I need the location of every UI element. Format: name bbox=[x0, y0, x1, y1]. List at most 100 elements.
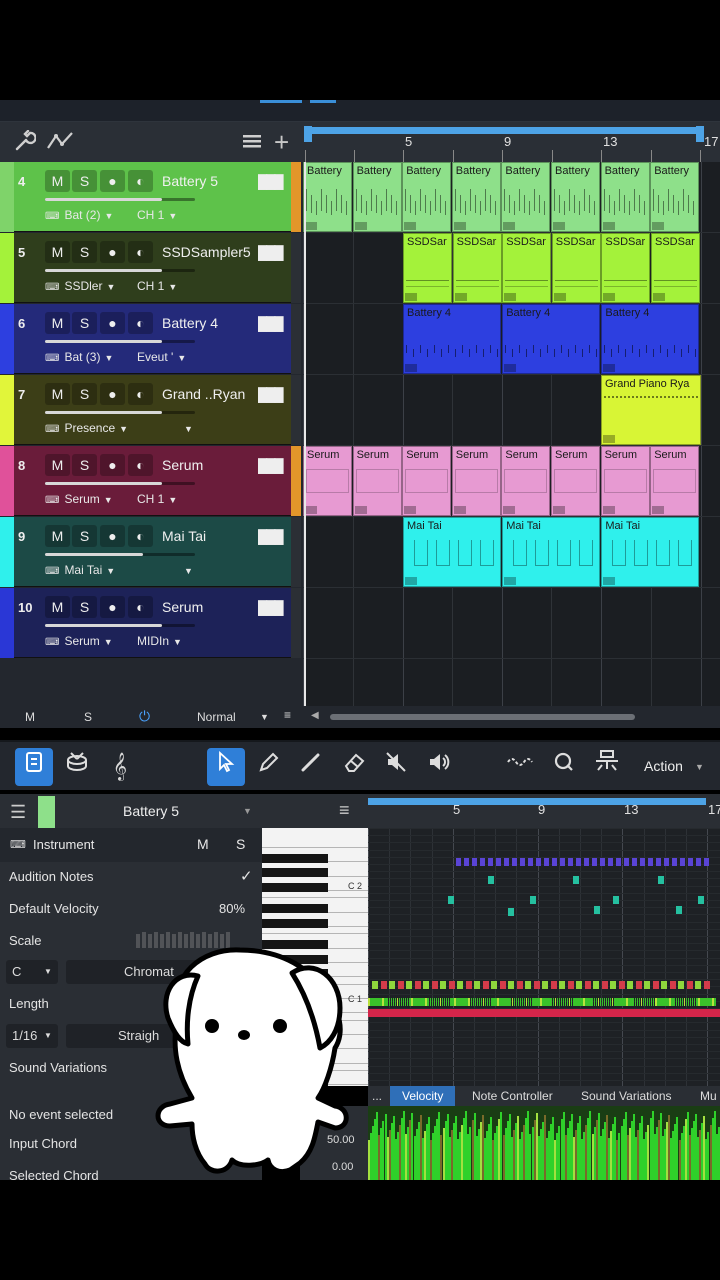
black-key[interactable] bbox=[262, 904, 328, 914]
clip[interactable]: SSDSar bbox=[651, 233, 700, 303]
transform-icon[interactable] bbox=[588, 748, 626, 786]
editor-loop-range[interactable] bbox=[368, 798, 706, 805]
add-track-icon[interactable]: + bbox=[274, 127, 289, 158]
clip[interactable]: Mai Tai bbox=[502, 517, 601, 587]
midi-note[interactable] bbox=[448, 896, 454, 904]
monitor-icon[interactable]: ◐ bbox=[128, 596, 153, 618]
midi-note[interactable] bbox=[544, 858, 549, 866]
audition-notes-checkbox[interactable]: ✓ bbox=[240, 867, 253, 885]
track-header[interactable]: 7 M S ● ◐ Grand ..Ryan ███ ⌨ Presence ▼ ▼ bbox=[0, 375, 301, 445]
track-input-select[interactable]: ⌨ Serum ▼ bbox=[45, 634, 113, 654]
track-input-select[interactable]: ⌨ Mai Tai ▼ bbox=[45, 563, 115, 583]
track-volume-fader[interactable] bbox=[45, 411, 195, 414]
velocity-lane[interactable] bbox=[368, 1106, 720, 1180]
instrument-keyboard-icon[interactable]: ███ bbox=[258, 600, 284, 615]
listen-tool-icon[interactable] bbox=[420, 748, 458, 786]
track-color-strip[interactable] bbox=[0, 446, 14, 516]
midi-note[interactable] bbox=[648, 858, 653, 866]
clip[interactable]: Serum bbox=[551, 446, 600, 516]
list-icon[interactable]: ≡ bbox=[339, 800, 350, 821]
tab-mu[interactable]: Mu bbox=[700, 1089, 717, 1103]
track-header[interactable]: 4 M S ● ◐ Battery 5 ███ ⌨ Bat (2) ▼ CH 1 ▼ bbox=[0, 162, 301, 232]
chevron-down-icon[interactable]: ▼ bbox=[180, 563, 193, 583]
midi-note[interactable] bbox=[640, 858, 645, 866]
track-volume-fader[interactable] bbox=[45, 340, 195, 343]
track-list-icon[interactable] bbox=[241, 130, 263, 158]
paint-tool-icon[interactable] bbox=[292, 748, 330, 786]
record-arm-icon[interactable]: ● bbox=[100, 596, 125, 618]
chevron-down-icon[interactable]: ▼ bbox=[695, 762, 704, 772]
midi-note[interactable] bbox=[456, 858, 461, 866]
clip[interactable]: Battery bbox=[303, 162, 352, 232]
midi-note[interactable] bbox=[414, 981, 421, 989]
midi-note[interactable] bbox=[567, 981, 574, 989]
track-mute-button[interactable]: M bbox=[45, 241, 70, 263]
instrument-keyboard-icon[interactable]: ███ bbox=[258, 174, 284, 189]
midi-note[interactable] bbox=[688, 858, 693, 866]
record-arm-icon[interactable]: ● bbox=[100, 170, 125, 192]
midi-note[interactable] bbox=[472, 858, 477, 866]
mute-tool-icon[interactable] bbox=[377, 748, 415, 786]
tab-velocity[interactable]: Velocity bbox=[390, 1086, 456, 1106]
length-select[interactable]: 1/16 ▼ bbox=[6, 1024, 58, 1048]
track-name[interactable]: Serum bbox=[162, 457, 203, 473]
track-mute-button[interactable]: M bbox=[45, 454, 70, 476]
track-volume-fader[interactable] bbox=[45, 482, 195, 485]
midi-note[interactable] bbox=[669, 981, 676, 989]
track-input-select[interactable]: ⌨ Bat (2) ▼ bbox=[45, 208, 113, 228]
midi-note[interactable] bbox=[714, 998, 716, 1006]
midi-note[interactable] bbox=[704, 858, 709, 866]
midi-note[interactable] bbox=[676, 906, 682, 914]
clip[interactable]: Mai Tai bbox=[403, 517, 501, 587]
track-header[interactable]: 10 M S ● ◐ Serum ███ ⌨ Serum ▼ MIDIn ▼ bbox=[0, 588, 301, 658]
midi-note[interactable] bbox=[652, 981, 659, 989]
score-editor-icon[interactable]: 𝄞 bbox=[101, 748, 139, 786]
midi-note[interactable] bbox=[464, 858, 469, 866]
track-input-select[interactable]: ⌨ Presence ▼ bbox=[45, 421, 128, 441]
global-mute-button[interactable]: M bbox=[25, 710, 35, 724]
midi-note[interactable] bbox=[644, 981, 650, 989]
track-mute-button[interactable]: M bbox=[45, 383, 70, 405]
midi-note[interactable] bbox=[440, 981, 446, 989]
midi-note[interactable] bbox=[530, 896, 536, 904]
track-name[interactable]: Battery 5 bbox=[162, 173, 218, 189]
midi-note[interactable] bbox=[499, 981, 506, 989]
clip[interactable]: SSDSar bbox=[502, 233, 552, 303]
power-icon[interactable]: ⏻ bbox=[139, 708, 150, 725]
midi-note[interactable] bbox=[573, 876, 579, 884]
midi-note[interactable] bbox=[618, 981, 625, 989]
arrange-view[interactable]: Battery Battery Battery Battery Battery Batte… bbox=[303, 162, 720, 706]
midi-note[interactable] bbox=[616, 858, 621, 866]
default-velocity-value[interactable]: 80% bbox=[219, 901, 245, 916]
midi-note[interactable] bbox=[576, 858, 581, 866]
track-header[interactable]: 8 M S ● ◐ Serum ███ ⌨ Serum ▼ CH 1 ▼ bbox=[0, 446, 301, 516]
clip[interactable]: Serum bbox=[650, 446, 700, 516]
midi-note[interactable] bbox=[672, 858, 677, 866]
clip[interactable]: SSDSar bbox=[403, 233, 452, 303]
clip[interactable]: Serum bbox=[600, 446, 650, 516]
instrument-solo-button[interactable]: S bbox=[236, 836, 245, 852]
scale-root-select[interactable]: C ▼ bbox=[6, 960, 58, 984]
midi-note[interactable] bbox=[686, 981, 693, 989]
track-mute-button[interactable]: M bbox=[45, 170, 70, 192]
track-solo-button[interactable]: S bbox=[72, 454, 97, 476]
chevron-down-icon[interactable]: ▼ bbox=[243, 806, 252, 816]
track-mute-button[interactable]: M bbox=[45, 596, 70, 618]
track-mute-button[interactable]: M bbox=[45, 312, 70, 334]
midi-note[interactable] bbox=[584, 858, 589, 866]
track-mute-button[interactable]: M bbox=[45, 525, 70, 547]
midi-note[interactable] bbox=[423, 981, 429, 989]
record-mode-select[interactable]: Normal bbox=[197, 710, 236, 724]
clip[interactable]: Serum bbox=[402, 446, 452, 516]
editor-track-name[interactable]: Battery 5 bbox=[123, 803, 179, 819]
clip[interactable]: Serum bbox=[451, 446, 501, 516]
track-input-select[interactable]: ⌨ SSDler ▼ bbox=[45, 279, 115, 299]
track-name[interactable]: SSDSampler5 bbox=[162, 244, 251, 260]
clip[interactable]: Serum bbox=[501, 446, 551, 516]
track-volume-fader[interactable] bbox=[45, 624, 195, 627]
black-key[interactable] bbox=[262, 918, 328, 928]
scroll-left-icon[interactable]: ◀ bbox=[311, 710, 319, 721]
midi-note[interactable] bbox=[504, 858, 509, 866]
midi-note[interactable] bbox=[635, 981, 642, 989]
clip[interactable]: Serum bbox=[352, 446, 402, 516]
